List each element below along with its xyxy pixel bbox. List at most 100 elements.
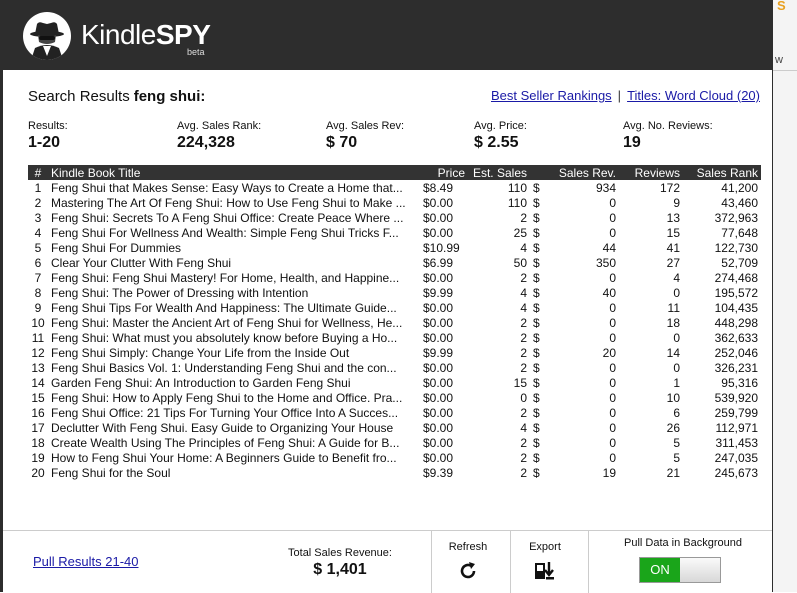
- table-row[interactable]: 8 Feng Shui: The Power of Dressing with I…: [28, 285, 761, 300]
- stat-avg-sales-rev: Avg. Sales Rev: $ 70: [326, 120, 404, 152]
- stat-value: 1-20: [28, 134, 61, 151]
- table-row[interactable]: 12 Feng Shui Simply: Change Your Life fro…: [28, 345, 761, 360]
- sales-revenue: 0: [609, 405, 616, 420]
- book-title[interactable]: Feng Shui: Feng Shui Mastery! For Home, …: [48, 270, 420, 285]
- book-title[interactable]: Feng Shui: Master the Ancient Art of Fen…: [48, 315, 420, 330]
- review-count: 0: [673, 285, 680, 300]
- toggle-knob[interactable]: [680, 558, 720, 582]
- currency-symbol: $: [533, 405, 540, 420]
- table-row[interactable]: 3 Feng Shui: Secrets To A Feng Shui Offic…: [28, 210, 761, 225]
- est-sales: 110: [507, 180, 527, 195]
- book-title[interactable]: Feng Shui Tips For Wealth And Happiness:…: [48, 300, 420, 315]
- stat-label: Results:: [28, 120, 68, 132]
- book-price: $0.00: [423, 435, 454, 450]
- word-cloud-link[interactable]: Titles: Word Cloud (20): [627, 88, 760, 103]
- book-title[interactable]: Feng Shui for the Soul: [48, 465, 420, 480]
- table-row[interactable]: 9 Feng Shui Tips For Wealth And Happiness…: [28, 300, 761, 315]
- link-separator: |: [617, 88, 622, 103]
- sales-revenue: 20: [602, 345, 616, 360]
- review-count: 14: [666, 345, 680, 360]
- refresh-button[interactable]: Refresh: [433, 541, 503, 583]
- review-count: 21: [666, 465, 680, 480]
- sales-rank: 259,799: [714, 405, 758, 420]
- table-row[interactable]: 5 Feng Shui For Dummies $10.99 4 $44 41 122,73…: [28, 240, 761, 255]
- book-title[interactable]: Feng Shui: Secrets To A Feng Shui Office…: [48, 210, 420, 225]
- book-title[interactable]: How to Feng Shui Your Home: A Beginners …: [48, 450, 420, 465]
- table-row[interactable]: 20 Feng Shui for the Soul $9.39 2 $19 21 245,6…: [28, 465, 761, 480]
- kindlespy-popup: KindleSPY beta Search Results feng shui: …: [0, 0, 773, 593]
- table-row[interactable]: 4 Feng Shui For Wellness And Wealth: Simp…: [28, 225, 761, 240]
- col-header-est-sales[interactable]: Est. Sales: [468, 165, 530, 180]
- book-title[interactable]: Mastering The Art Of Feng Shui: How to U…: [48, 195, 420, 210]
- row-number: 13: [31, 360, 45, 375]
- stat-avg-price: Avg. Price: $ 2.55: [474, 120, 527, 152]
- table-row[interactable]: 1 Feng Shui that Makes Sense: Easy Ways t…: [28, 180, 761, 195]
- table-row[interactable]: 15 Feng Shui: How to Apply Feng Shui to t…: [28, 390, 761, 405]
- book-title[interactable]: Feng Shui: How to Apply Feng Shui to the…: [48, 390, 420, 405]
- stat-avg-reviews: Avg. No. Reviews: 19: [623, 120, 713, 152]
- col-header-sales-rank[interactable]: Sales Rank: [683, 165, 761, 180]
- stat-value: $ 2.55: [474, 134, 519, 151]
- table-row[interactable]: 2 Mastering The Art Of Feng Shui: How to …: [28, 195, 761, 210]
- table-row[interactable]: 17 Declutter With Feng Shui. Easy Guide t…: [28, 420, 761, 435]
- book-title[interactable]: Create Wealth Using The Principles of Fe…: [48, 435, 420, 450]
- table-row[interactable]: 13 Feng Shui Basics Vol. 1: Understanding…: [28, 360, 761, 375]
- sales-revenue: 40: [602, 285, 616, 300]
- table-row[interactable]: 10 Feng Shui: Master the Ancient Art of F…: [28, 315, 761, 330]
- total-sales-revenue: Total Sales Revenue: $ 1,401: [255, 547, 425, 579]
- refresh-label: Refresh: [448, 541, 488, 553]
- review-count: 9: [673, 195, 680, 210]
- row-number: 20: [31, 465, 45, 480]
- stat-avg-sales-rank: Avg. Sales Rank: 224,328: [177, 120, 261, 152]
- currency-symbol: $: [533, 180, 540, 195]
- review-count: 27: [666, 255, 680, 270]
- book-title[interactable]: Feng Shui For Wellness And Wealth: Simpl…: [48, 225, 420, 240]
- book-title[interactable]: Feng Shui Simply: Change Your Life from …: [48, 345, 420, 360]
- sales-rank: 77,648: [721, 225, 758, 240]
- col-header-number[interactable]: #: [28, 165, 48, 180]
- table-row[interactable]: 18 Create Wealth Using The Principles of …: [28, 435, 761, 450]
- table-row[interactable]: 19 How to Feng Shui Your Home: A Beginner…: [28, 450, 761, 465]
- spy-logo-icon: [23, 12, 71, 60]
- book-price: $0.00: [423, 450, 454, 465]
- review-count: 13: [666, 210, 680, 225]
- est-sales: 2: [520, 330, 527, 345]
- best-seller-rankings-link[interactable]: Best Seller Rankings: [491, 88, 612, 103]
- table-row[interactable]: 16 Feng Shui Office: 21 Tips For Turning …: [28, 405, 761, 420]
- book-title[interactable]: Garden Feng Shui: An Introduction to Gar…: [48, 375, 420, 390]
- currency-symbol: $: [533, 465, 540, 480]
- sales-rank: 326,231: [714, 360, 758, 375]
- book-title[interactable]: Declutter With Feng Shui. Easy Guide to …: [48, 420, 420, 435]
- book-title[interactable]: Feng Shui For Dummies: [48, 240, 420, 255]
- sales-revenue: 0: [609, 195, 616, 210]
- table-row[interactable]: 7 Feng Shui: Feng Shui Mastery! For Home,…: [28, 270, 761, 285]
- pull-more-results-link[interactable]: Pull Results 21-40: [33, 554, 139, 569]
- est-sales: 110: [507, 195, 527, 210]
- book-title[interactable]: Feng Shui that Makes Sense: Easy Ways to…: [48, 180, 420, 195]
- results-table: # Kindle Book Title Price Est. Sales Sal…: [28, 165, 761, 480]
- background-pull-toggle[interactable]: ON: [639, 557, 721, 583]
- footer-bar: Pull Results 21-40 Total Sales Revenue: …: [3, 530, 772, 593]
- est-sales: 25: [513, 225, 527, 240]
- row-number: 3: [34, 210, 42, 225]
- book-title[interactable]: Feng Shui: What must you absolutely know…: [48, 330, 420, 345]
- sales-rank: 247,035: [714, 450, 758, 465]
- book-title[interactable]: Clear Your Clutter With Feng Shui: [48, 255, 420, 270]
- sales-revenue: 0: [609, 390, 616, 405]
- col-header-price[interactable]: Price: [420, 165, 468, 180]
- col-header-reviews[interactable]: Reviews: [619, 165, 683, 180]
- book-title[interactable]: Feng Shui: The Power of Dressing with In…: [48, 285, 420, 300]
- beta-label: beta: [187, 47, 205, 57]
- table-row[interactable]: 6 Clear Your Clutter With Feng Shui $6.99 5…: [28, 255, 761, 270]
- table-row[interactable]: 14 Garden Feng Shui: An Introduction to G…: [28, 375, 761, 390]
- est-sales: 2: [520, 435, 527, 450]
- export-button[interactable]: Export: [510, 541, 580, 583]
- currency-symbol: $: [533, 255, 540, 270]
- book-title[interactable]: Feng Shui Office: 21 Tips For Turning Yo…: [48, 405, 420, 420]
- sales-revenue: 0: [609, 450, 616, 465]
- col-header-title[interactable]: Kindle Book Title: [48, 165, 420, 180]
- book-title[interactable]: Feng Shui Basics Vol. 1: Understanding F…: [48, 360, 420, 375]
- table-row[interactable]: 11 Feng Shui: What must you absolutely kn…: [28, 330, 761, 345]
- sales-revenue: 0: [609, 330, 616, 345]
- col-header-sales-rev[interactable]: Sales Rev.: [530, 165, 619, 180]
